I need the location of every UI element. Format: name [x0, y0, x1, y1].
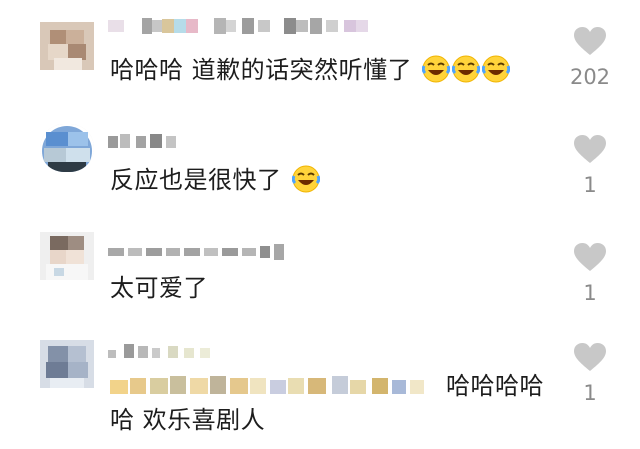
comment-text-line2: 哈 欢乐喜剧人 — [110, 404, 265, 436]
comment-text-blurred — [110, 372, 440, 400]
comment-item: 太可爱了 1 — [0, 220, 640, 328]
comment-text-content: 哈哈哈哈 — [446, 372, 544, 400]
like-count: 1 — [583, 173, 597, 197]
comment-text: 太可爱了 — [110, 272, 208, 304]
heart-icon[interactable] — [573, 342, 607, 372]
heart-icon[interactable] — [573, 134, 607, 164]
like-count: 1 — [583, 281, 597, 305]
comment-text-content: 反应也是很快了 — [110, 166, 282, 194]
like-count: 1 — [583, 381, 597, 405]
comment-text-content: 哈哈哈 道歉的话突然听懂了 — [110, 56, 413, 84]
username-blurred[interactable] — [108, 242, 298, 262]
avatar[interactable] — [40, 340, 94, 388]
comment-text: 哈哈哈哈 — [446, 370, 544, 402]
laughing-emoji — [422, 55, 451, 83]
avatar[interactable] — [40, 232, 94, 280]
like-count: 202 — [569, 65, 611, 89]
like-control[interactable]: 1 — [560, 342, 620, 405]
laughing-emoji — [452, 55, 481, 83]
comment-text: 反应也是很快了 — [110, 164, 320, 196]
like-control[interactable]: 1 — [560, 134, 620, 197]
avatar[interactable] — [40, 124, 94, 172]
heart-icon[interactable] — [573, 26, 607, 56]
comment-text-content: 哈 欢乐喜剧人 — [110, 406, 266, 434]
comment-text: 哈哈哈 道歉的话突然听懂了 — [110, 54, 511, 86]
heart-icon[interactable] — [573, 242, 607, 272]
username-blurred[interactable] — [108, 342, 228, 362]
like-control[interactable]: 1 — [560, 242, 620, 305]
comment-item: 哈哈哈 道歉的话突然听懂了 202 — [0, 0, 640, 112]
comment-item: 哈哈哈哈 哈 欢乐喜剧人 1 — [0, 328, 640, 449]
avatar[interactable] — [40, 22, 94, 70]
comment-item: 反应也是很快了 1 — [0, 112, 640, 220]
laughing-emoji — [291, 165, 320, 193]
like-control[interactable]: 202 — [560, 26, 620, 89]
comment-text-content: 太可爱了 — [110, 274, 208, 302]
username-blurred[interactable] — [108, 132, 188, 152]
laughing-emoji — [482, 55, 511, 83]
username-blurred[interactable] — [108, 16, 378, 36]
